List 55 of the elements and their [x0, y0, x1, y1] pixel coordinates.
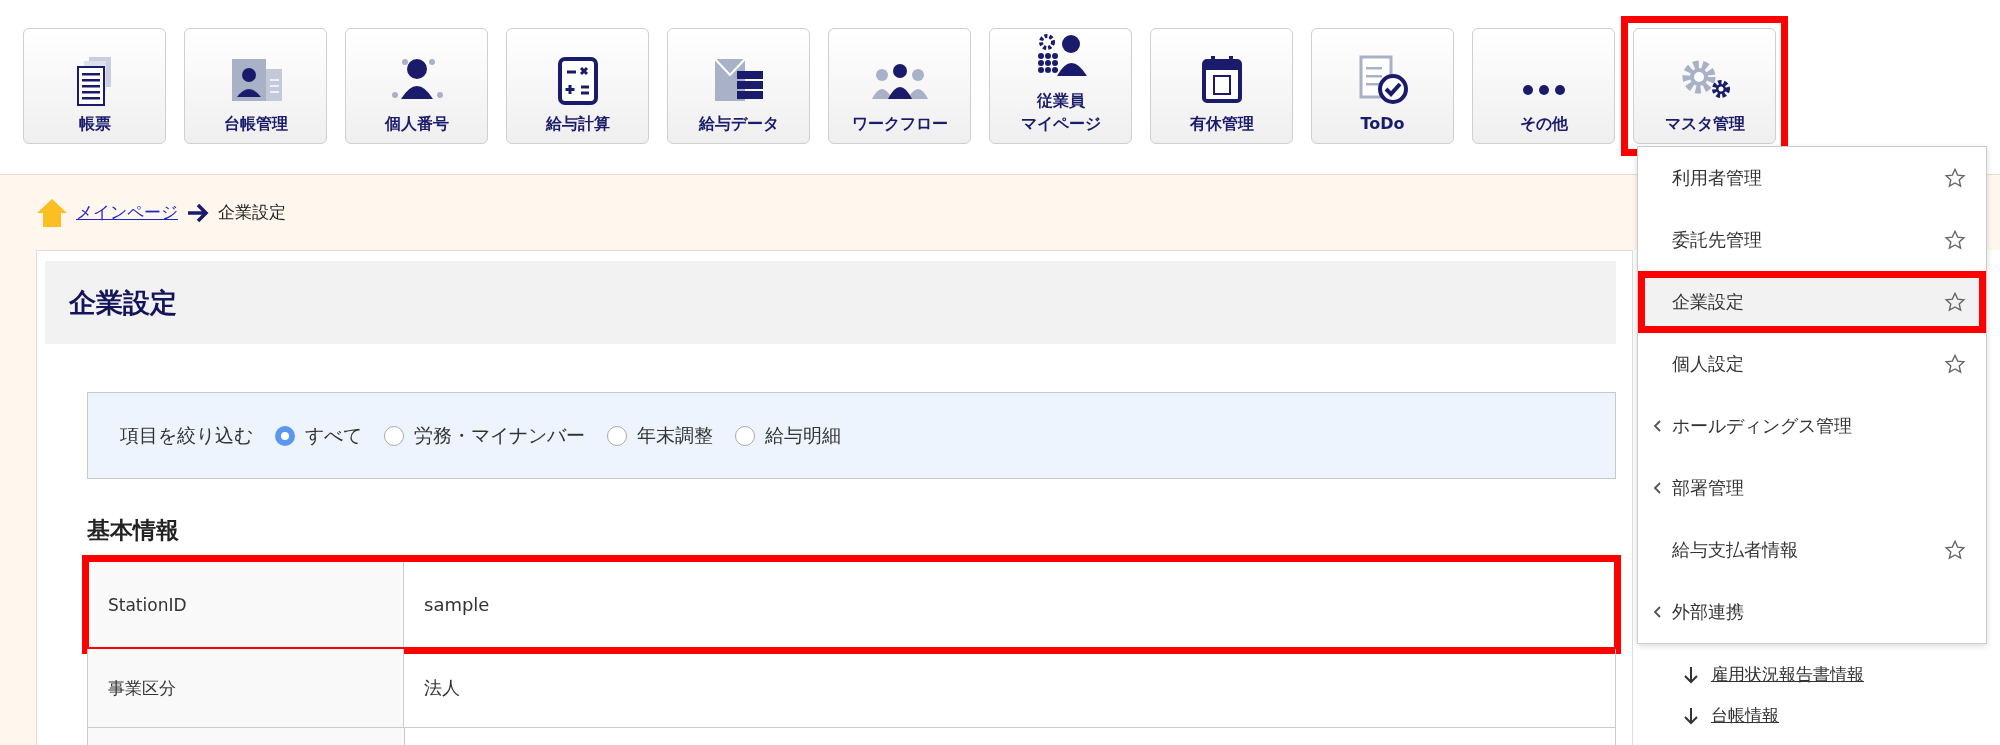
radio-button[interactable]: [384, 425, 404, 446]
more-icon: [1522, 85, 1565, 96]
star-icon[interactable]: [1944, 539, 1966, 561]
page-title: 企業設定: [45, 261, 1616, 344]
toolbar-button[interactable]: マスタ管理: [1633, 28, 1776, 144]
radio-button[interactable]: [735, 425, 755, 446]
filter-radio[interactable]: すべて: [275, 422, 362, 449]
filter-radio[interactable]: 給与明細: [735, 422, 841, 449]
down-arrow-icon: [1683, 664, 1699, 685]
filter-radio[interactable]: 年末調整: [607, 422, 713, 449]
down-arrow-icon: [1683, 705, 1699, 726]
menu-item[interactable]: 外部連携: [1638, 581, 1986, 643]
menu-item[interactable]: 委託先管理: [1638, 209, 1986, 271]
star-icon[interactable]: [1944, 353, 1966, 375]
radio-button[interactable]: [607, 425, 627, 446]
right-arrow-icon: [186, 201, 210, 224]
menu-item[interactable]: 利用者管理: [1638, 147, 1986, 209]
radio-label: 年末調整: [637, 422, 713, 448]
breadcrumb-current: 企業設定: [218, 201, 286, 224]
radio-label: すべて: [305, 422, 362, 448]
toolbar-button[interactable]: 個人番号: [345, 28, 488, 144]
menu-item[interactable]: 給与支払者情報: [1638, 519, 1986, 581]
toolbar-button[interactable]: 台帳管理: [184, 28, 327, 144]
filter-radio[interactable]: 労務・マイナンバー: [384, 422, 585, 449]
row-label: StationID: [88, 561, 404, 648]
side-link[interactable]: 雇用状況報告書情報: [1683, 663, 2000, 686]
toolbar-button[interactable]: その他: [1472, 28, 1615, 144]
toolbar-button[interactable]: 帳票: [23, 28, 166, 144]
row-value: sample: [423, 593, 491, 617]
toolbar-button[interactable]: ワークフロー: [828, 28, 971, 144]
filter-label: 項目を絞り込む: [120, 422, 253, 448]
menu-item[interactable]: ホールディングス管理: [1638, 395, 1986, 457]
home-icon: [36, 196, 68, 229]
radio-label: 労務・マイナンバー: [414, 422, 585, 448]
star-icon[interactable]: [1944, 291, 1966, 313]
chevron-left-icon: [1652, 605, 1662, 619]
toolbar-button[interactable]: ToDo: [1311, 28, 1454, 144]
toolbar-button[interactable]: 給与計算: [506, 28, 649, 144]
toolbar-button[interactable]: 有休管理: [1150, 28, 1293, 144]
toolbar-button[interactable]: 従業員 マイページ: [989, 28, 1132, 144]
star-icon[interactable]: [1944, 229, 1966, 251]
row-label: 事業区分: [88, 649, 404, 727]
side-link[interactable]: 台帳情報: [1683, 704, 2000, 727]
chevron-left-icon: [1652, 419, 1662, 433]
radio-button[interactable]: [275, 425, 295, 446]
menu-item[interactable]: 部署管理: [1638, 457, 1986, 519]
section-title: 基本情報: [87, 516, 180, 545]
menu-item[interactable]: 企業設定: [1638, 271, 1986, 333]
menu-item[interactable]: 個人設定: [1638, 333, 1986, 395]
toolbar-button[interactable]: 給与データ: [667, 28, 810, 144]
chevron-left-icon: [1652, 481, 1662, 495]
star-icon[interactable]: [1944, 167, 1966, 189]
radio-label: 給与明細: [765, 422, 841, 448]
row-value: 法人: [423, 676, 461, 700]
breadcrumb-link[interactable]: メインページ: [76, 201, 178, 224]
